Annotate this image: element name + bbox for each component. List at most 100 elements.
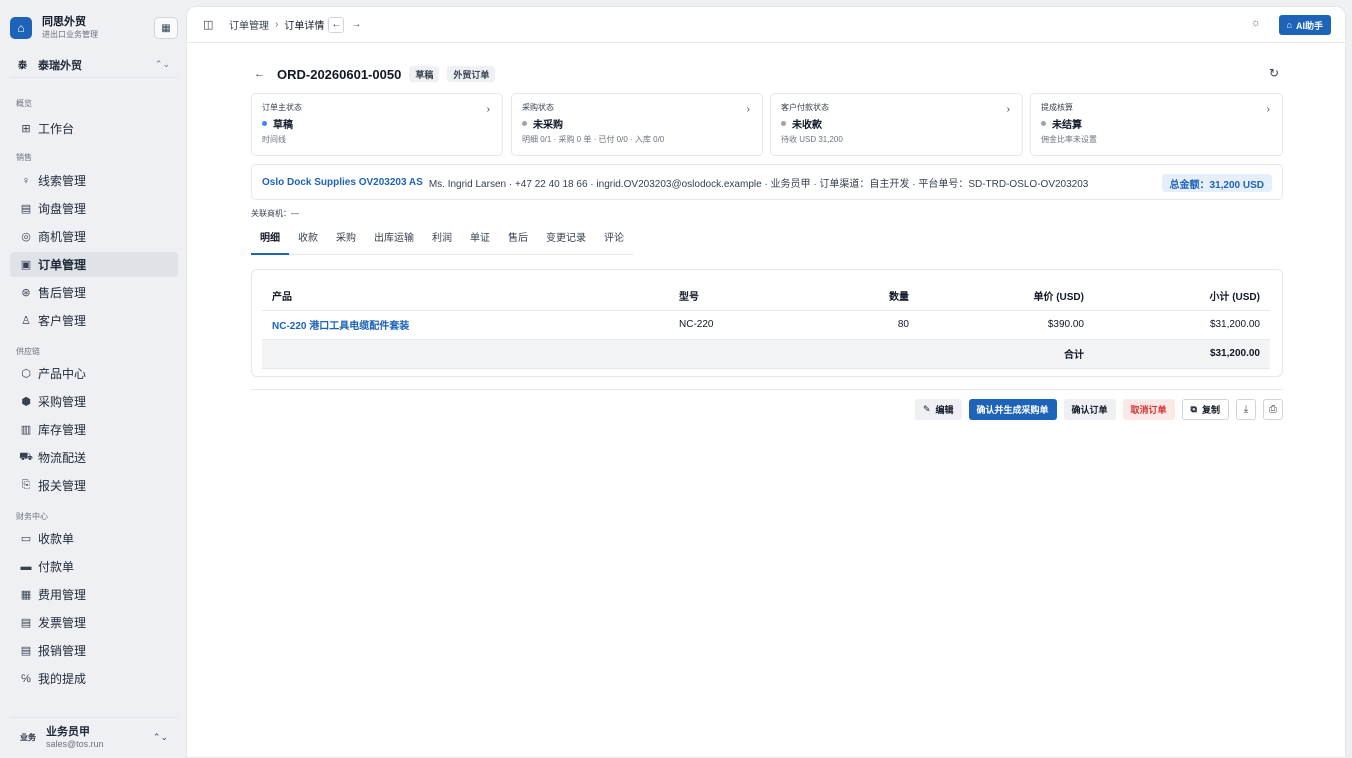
sidebar-item-label: 商机管理 (38, 230, 87, 244)
confirm-order-button[interactable]: 确认订单 (1063, 399, 1116, 420)
user-email: sales@tos.run (46, 738, 104, 749)
edit-label: 编辑 (935, 405, 954, 415)
sidebar-item-receipts[interactable]: ▭ 收款单 (10, 526, 178, 551)
sidebar-toggle-icon[interactable]: ◫ (203, 18, 217, 31)
truck-icon: ⛟ (19, 450, 33, 463)
sidebar-item-label: 库存管理 (38, 423, 87, 437)
download-icon[interactable]: ⤓ (1236, 399, 1256, 420)
sidebar-item-reimburse[interactable]: ▤ 报销管理 (10, 638, 178, 663)
chevron-right-icon: › (1266, 104, 1270, 115)
status-card-label: 提成核算 (1041, 103, 1073, 112)
bot-icon: ⌂ (1286, 20, 1292, 30)
sidebar-item-purchase[interactable]: ⬢ 采购管理 (10, 389, 178, 414)
sidebar-item-inquiry[interactable]: ▤ 询盘管理 (10, 196, 178, 221)
product-link[interactable]: NC-220 港口工具电缆配件套装 (272, 321, 409, 332)
copy-label: 复制 (1201, 405, 1220, 415)
document-icon: ▣ (20, 259, 32, 271)
sidebar-item-leads[interactable]: ♀ 线索管理 (10, 168, 178, 193)
detail-tabs: 明细 收款 采购 出库运输 利润 单证 售后 变更记录 评论 (251, 229, 633, 255)
bug-icon[interactable]: ☼ (1251, 17, 1261, 29)
receipt-icon: ▦ (20, 589, 32, 601)
sidebar-item-label: 报关管理 (38, 479, 87, 493)
sidebar-item-products[interactable]: ⬡ 产品中心 (10, 361, 178, 386)
user-menu[interactable]: 业务 业务员甲 sales@tos.run ⌃⌄ (10, 717, 178, 757)
tab-profit[interactable]: 利润 (423, 229, 461, 255)
status-card-sub: 时间线 (262, 135, 286, 144)
ai-assistant-button[interactable]: ⌂ AI助手 (1278, 15, 1331, 35)
status-dot-icon (522, 121, 527, 126)
copy-button[interactable]: ⧉ 复制 (1181, 399, 1229, 420)
refresh-icon[interactable]: ↻ (1269, 66, 1279, 80)
chevron-right-icon: › (275, 19, 279, 30)
status-card-payment[interactable]: 客户付款状态 未收款 待收 USD 31,200 › (770, 93, 1023, 156)
app-grid-icon[interactable]: ▦ (154, 17, 178, 39)
company-badge: 泰 (18, 60, 28, 70)
box-icon: ⬢ (21, 396, 31, 408)
sidebar-item-opportunity[interactable]: ◎ 商机管理 (10, 224, 178, 249)
order-items-table: 产品 型号 数量 单价 (USD) 小计 (USD) NC-220 港口工具电缆… (262, 282, 1270, 369)
customer-name-link[interactable]: Oslo Dock Supplies OV203203 AS (262, 177, 423, 188)
status-card-label: 采购状态 (522, 103, 554, 112)
sidebar-item-label: 费用管理 (38, 588, 87, 602)
invoice-icon: ▤ (20, 617, 32, 629)
cancel-order-button[interactable]: 取消订单 (1122, 399, 1175, 420)
customer-details: Ms. Ingrid Larsen · +47 22 40 18 66 · in… (428, 178, 1089, 190)
sidebar-item-workbench[interactable]: ⊞ 工作台 (10, 116, 178, 141)
status-card-purchase[interactable]: 采购状态 未采购 明细 0/1 · 采购 0 单 · 已付 0/0 · 入库 0… (511, 93, 763, 156)
sidebar-item-logistics[interactable]: ⛟ 物流配送 (10, 445, 178, 470)
status-card-commission[interactable]: 提成核算 未结算 佣金比率未设置 › (1030, 93, 1283, 156)
total-value: $31,200.00 (1094, 339, 1270, 369)
sidebar-item-label: 订单管理 (38, 258, 87, 272)
sidebar-item-label: 线索管理 (38, 174, 87, 188)
forward-arrow-icon[interactable]: → (348, 17, 364, 33)
breadcrumb-orders[interactable]: 订单管理 (229, 17, 269, 32)
sidebar-item-aftersales[interactable]: ⊛ 售后管理 (10, 280, 178, 305)
status-dot-icon (262, 121, 267, 126)
table-row: NC-220 港口工具电缆配件套装 NC-220 80 $390.00 $31,… (262, 310, 1270, 340)
status-card-sub: 佣金比率未设置 (1041, 135, 1097, 144)
status-card-sub: 待收 USD 31,200 (781, 135, 843, 144)
tab-shipping[interactable]: 出库运输 (365, 229, 423, 255)
lifebuoy-icon: ⊛ (21, 287, 31, 299)
tab-changelog[interactable]: 变更记录 (537, 229, 595, 255)
back-arrow-icon[interactable]: ← (328, 16, 345, 33)
tab-purchase[interactable]: 采购 (327, 229, 365, 255)
edit-button[interactable]: ✎ 编辑 (914, 399, 962, 420)
tab-documents[interactable]: 单证 (461, 229, 499, 255)
chevron-right-icon: › (1006, 104, 1010, 115)
status-dot-icon (781, 121, 786, 126)
topbar: ◫ 订单管理 › 订单详情 ← → ☼ ⌂ AI助手 (187, 7, 1345, 43)
tab-receipts[interactable]: 收款 (289, 229, 327, 255)
lightbulb-icon: ♀ (21, 174, 31, 187)
company-switcher[interactable]: 泰 泰瑞外贸 ⌃⌄ (10, 52, 178, 78)
status-card-main[interactable]: 订单主状态 草稿 时间线 › (251, 93, 503, 156)
sidebar-item-commission[interactable]: ℅ 我的提成 (10, 666, 178, 691)
chevron-updown-icon: ⌃⌄ (152, 732, 168, 742)
sidebar-item-label: 售后管理 (38, 286, 87, 300)
sidebar-item-orders[interactable]: ▣ 订单管理 (10, 252, 178, 277)
tab-comments[interactable]: 评论 (595, 229, 633, 255)
sidebar-item-label: 询盘管理 (38, 202, 87, 216)
tab-details[interactable]: 明细 (251, 229, 289, 255)
column-header-subtotal: 小计 (USD) (1094, 282, 1270, 311)
avatar: 业务 (20, 733, 36, 742)
brand: ⌂ 同思外贸 进出口业务管理 ▦ (10, 10, 178, 46)
confirm-and-create-po-button[interactable]: 确认并生成采购单 (968, 399, 1057, 420)
main-panel: ◫ 订单管理 › 订单详情 ← → ☼ ⌂ AI助手 ← ORD-2026060… (186, 6, 1346, 758)
sidebar-item-customs[interactable]: ⎘ 报关管理 (10, 473, 178, 498)
brand-logo-icon: ⌂ (10, 17, 32, 39)
back-arrow-icon[interactable]: ← (251, 68, 277, 80)
cell-price: $390.00 (919, 310, 1094, 340)
chevron-updown-icon: ⌃⌄ (154, 59, 170, 69)
divider (251, 389, 1283, 390)
sidebar-item-label: 付款单 (38, 560, 75, 574)
tab-aftersales[interactable]: 售后 (499, 229, 537, 255)
cell-model: NC-220 (669, 310, 819, 340)
sidebar-item-invoices[interactable]: ▤ 发票管理 (10, 610, 178, 635)
print-icon[interactable]: ⎙ (1263, 399, 1283, 420)
sidebar-item-payments[interactable]: ▬ 付款单 (10, 554, 178, 579)
sidebar-item-expenses[interactable]: ▦ 费用管理 (10, 582, 178, 607)
sidebar-item-inventory[interactable]: ▥ 库存管理 (10, 417, 178, 442)
sidebar-item-label: 产品中心 (38, 367, 87, 381)
sidebar-item-customers[interactable]: ♙ 客户管理 (10, 308, 178, 333)
